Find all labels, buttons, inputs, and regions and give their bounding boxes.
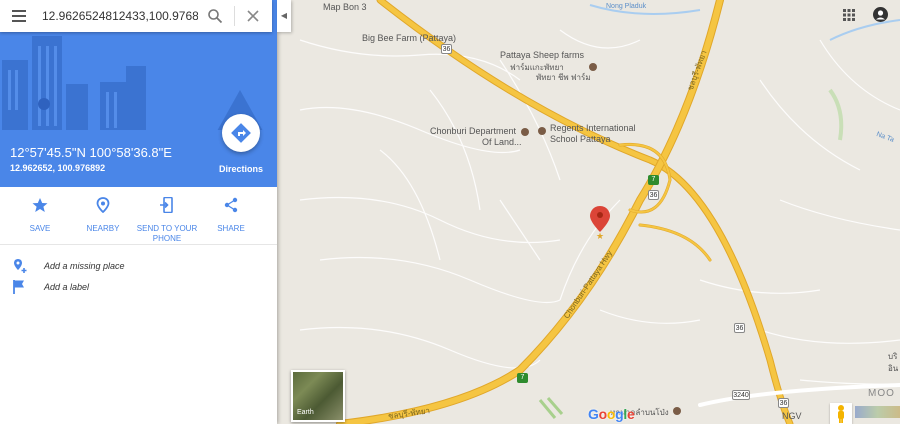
svg-text:★: ★ bbox=[596, 231, 604, 241]
send-to-phone-button[interactable]: SEND TO YOUR PHONE bbox=[136, 196, 198, 244]
apps-grid-icon[interactable] bbox=[843, 9, 855, 21]
map-label: School Pattaya bbox=[550, 134, 611, 144]
place-coordinates: 12.962652, 100.976892 bbox=[10, 163, 106, 173]
add-missing-place-label: Add a missing place bbox=[44, 261, 125, 271]
earth-view-toggle[interactable]: Earth bbox=[291, 370, 345, 422]
imagery-thumbnails[interactable] bbox=[855, 406, 900, 418]
send-to-phone-label: SEND TO YOUR PHONE bbox=[136, 224, 198, 243]
google-logo-letter: o bbox=[598, 406, 608, 422]
map-label: MOO bbox=[868, 388, 895, 399]
route-shield: 36 bbox=[778, 398, 789, 408]
map-label: NGV bbox=[782, 411, 802, 421]
directions-button[interactable] bbox=[222, 114, 260, 152]
map-label: Map Bon 3 bbox=[323, 2, 367, 12]
star-icon bbox=[32, 198, 48, 212]
search-box bbox=[0, 0, 272, 32]
poi-icon bbox=[521, 128, 529, 136]
account-avatar-icon bbox=[876, 10, 885, 20]
map-label: Nong Pladuk bbox=[606, 3, 647, 10]
route-shield: 7 bbox=[517, 373, 528, 383]
divider bbox=[0, 244, 277, 245]
share-button[interactable]: SHARE bbox=[200, 197, 262, 234]
add-place-icon bbox=[14, 259, 27, 273]
menu-icon[interactable] bbox=[12, 10, 26, 22]
route-shield: 7 bbox=[648, 175, 659, 185]
directions-label[interactable]: Directions bbox=[212, 164, 270, 174]
directions-icon bbox=[231, 123, 251, 143]
account-icon[interactable] bbox=[873, 7, 888, 22]
nearby-icon bbox=[96, 197, 110, 214]
send-to-phone-icon bbox=[160, 196, 173, 214]
collapse-panel-button[interactable]: ◀ bbox=[277, 0, 291, 32]
map-label: พัทยา ชีพ ฟาร์ม bbox=[536, 73, 591, 82]
google-logo-letter: e bbox=[626, 406, 635, 422]
map-label: Regents International bbox=[550, 123, 636, 133]
add-label-label: Add a label bbox=[44, 282, 90, 292]
add-missing-place-link[interactable]: Add a missing place bbox=[12, 258, 212, 274]
save-button[interactable]: SAVE bbox=[9, 197, 71, 234]
share-icon bbox=[224, 197, 238, 213]
nearby-button[interactable]: NEARBY bbox=[72, 197, 134, 234]
search-divider bbox=[234, 6, 235, 26]
add-label-link[interactable]: Add a label bbox=[12, 279, 212, 295]
poi-icon bbox=[673, 407, 681, 415]
earth-label: Earth bbox=[297, 409, 314, 416]
map-label: Of Land... bbox=[482, 137, 522, 147]
google-logo: Google bbox=[588, 406, 635, 422]
pegman-icon bbox=[838, 405, 844, 423]
map-label: Chonburi Department bbox=[430, 126, 517, 136]
close-icon[interactable] bbox=[245, 8, 261, 24]
poi-icon bbox=[589, 63, 597, 71]
route-shield: 3240 bbox=[732, 390, 750, 400]
route-shield: 36 bbox=[441, 44, 452, 54]
poi-icon bbox=[538, 127, 546, 135]
street-view-pegman[interactable] bbox=[830, 403, 852, 424]
search-icon[interactable] bbox=[207, 8, 223, 24]
google-logo-letter: G bbox=[588, 406, 599, 422]
route-shield: 36 bbox=[734, 323, 745, 333]
side-panel: 12°57'45.5"N 100°58'36.8"E 12.962652, 10… bbox=[0, 0, 277, 424]
save-label: SAVE bbox=[29, 224, 51, 233]
search-input[interactable] bbox=[42, 8, 198, 24]
map-label: Pattaya Sheep farms bbox=[500, 50, 585, 60]
route-shield: 36 bbox=[648, 190, 659, 200]
flag-icon bbox=[13, 280, 24, 294]
share-label: SHARE bbox=[217, 224, 245, 233]
nearby-label: NEARBY bbox=[86, 224, 120, 233]
place-title: 12°57'45.5"N 100°58'36.8"E bbox=[10, 145, 172, 160]
google-logo-letter: o bbox=[606, 406, 616, 422]
map-label: Big Bee Farm (Pattaya) bbox=[362, 33, 457, 43]
map-label: อิน bbox=[888, 364, 899, 373]
